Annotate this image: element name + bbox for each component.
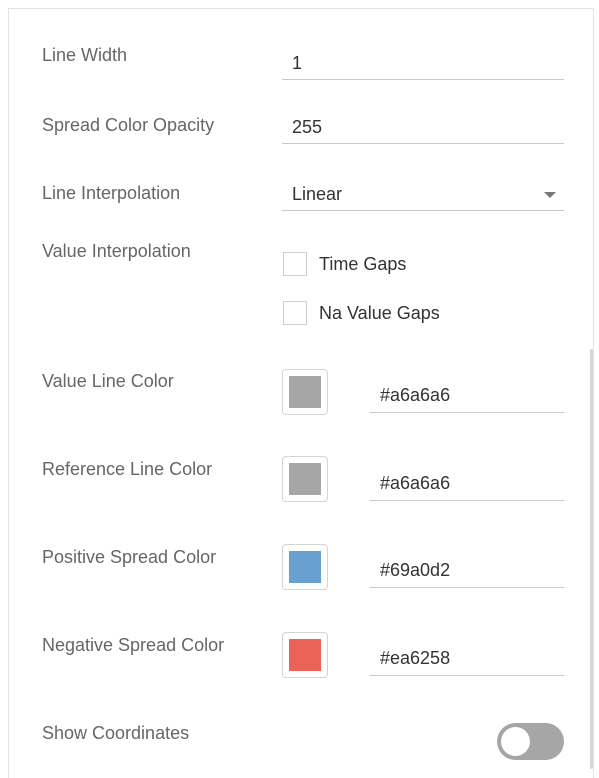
toggle-knob xyxy=(501,727,530,756)
time-gaps-checkbox-row[interactable]: Time Gaps xyxy=(283,250,406,278)
na-value-gaps-checkbox[interactable] xyxy=(283,301,307,325)
reference-line-color-swatch[interactable] xyxy=(282,456,328,502)
show-coordinates-label: Show Coordinates xyxy=(42,723,190,743)
negative-spread-color-label: Negative Spread Color xyxy=(42,635,225,655)
chevron-down-icon xyxy=(544,192,556,198)
line-interpolation-value: Linear xyxy=(292,184,343,204)
color-swatch xyxy=(289,376,321,408)
color-swatch xyxy=(289,639,321,671)
spread-color-opacity-label: Spread Color Opacity xyxy=(42,115,215,135)
positive-spread-color-label: Positive Spread Color xyxy=(42,547,217,567)
value-line-color-label: Value Line Color xyxy=(42,371,174,391)
positive-spread-color-hex-input[interactable]: #69a0d2 xyxy=(370,552,564,588)
color-swatch xyxy=(289,551,321,583)
value-interpolation-label: Value Interpolation xyxy=(42,241,191,261)
line-width-label: Line Width xyxy=(42,45,128,65)
positive-spread-color-swatch[interactable] xyxy=(282,544,328,590)
line-interpolation-label: Line Interpolation xyxy=(42,183,181,203)
reference-line-color-hex-input[interactable]: #a6a6a6 xyxy=(370,465,564,501)
show-coordinates-toggle[interactable] xyxy=(497,723,564,760)
negative-spread-color-swatch[interactable] xyxy=(282,632,328,678)
na-value-gaps-label: Na Value Gaps xyxy=(319,302,440,323)
value-line-color-swatch[interactable] xyxy=(282,369,328,415)
line-width-input[interactable]: 1 xyxy=(282,46,564,80)
spread-color-opacity-input[interactable]: 255 xyxy=(282,110,564,144)
time-gaps-checkbox[interactable] xyxy=(283,252,307,276)
color-swatch xyxy=(289,463,321,495)
reference-line-color-label: Reference Line Color xyxy=(42,459,213,479)
scrollbar[interactable] xyxy=(590,349,593,769)
value-line-color-hex-input[interactable]: #a6a6a6 xyxy=(370,377,564,413)
line-interpolation-dropdown[interactable]: Linear xyxy=(282,177,564,211)
negative-spread-color-hex-input[interactable]: #ea6258 xyxy=(370,640,564,676)
na-value-gaps-checkbox-row[interactable]: Na Value Gaps xyxy=(283,299,440,327)
time-gaps-label: Time Gaps xyxy=(319,253,407,274)
settings-panel: Line Width 1 Spread Color Opacity 255 Li… xyxy=(8,8,594,778)
